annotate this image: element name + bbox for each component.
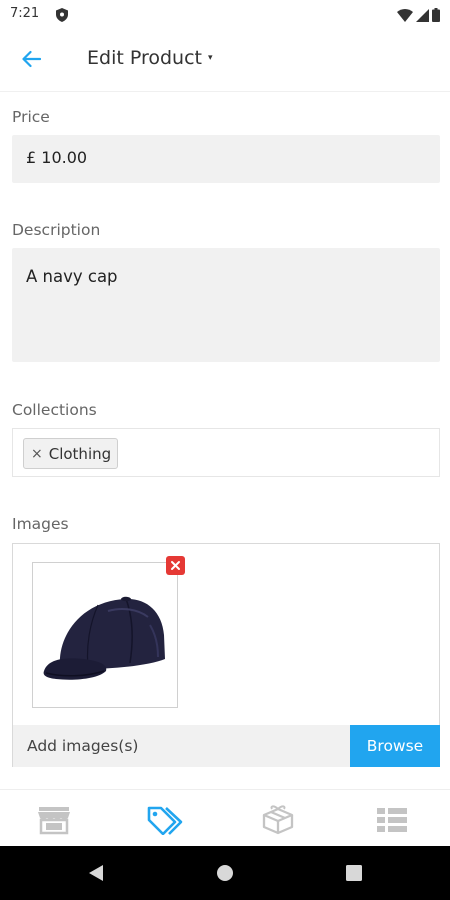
collection-chip[interactable]: × Clothing — [23, 438, 119, 469]
app-bar: Edit Product ▾ — [0, 30, 450, 92]
images-field: Browse — [12, 543, 440, 767]
add-images-input[interactable] — [13, 725, 350, 767]
collections-label: Collections — [12, 401, 97, 419]
cap-image — [43, 596, 165, 680]
price-label: Price — [12, 108, 50, 126]
remove-image-button[interactable] — [166, 556, 185, 575]
system-back-button[interactable] — [84, 861, 108, 885]
collections-field[interactable]: × Clothing — [12, 428, 440, 477]
images-label: Images — [12, 515, 69, 533]
status-icons — [397, 7, 440, 26]
status-bar: 7:21 — [0, 0, 450, 30]
system-home-button[interactable] — [213, 861, 237, 885]
caret-down-icon: ▾ — [207, 53, 213, 63]
nav-list[interactable] — [372, 803, 412, 837]
chip-label: Clothing — [48, 444, 112, 463]
system-navigation-bar — [0, 846, 450, 900]
recents-square-icon — [346, 865, 362, 881]
browse-button[interactable]: Browse — [350, 725, 440, 767]
bottom-navigation — [0, 789, 450, 846]
battery-icon — [432, 7, 440, 26]
nav-gift[interactable] — [258, 803, 298, 837]
shield-icon — [56, 7, 68, 26]
close-icon — [170, 556, 181, 575]
nav-tags[interactable] — [145, 803, 185, 837]
page-title: Edit Product — [87, 47, 202, 69]
description-value: A navy cap — [26, 267, 118, 286]
description-field[interactable]: A navy cap — [12, 248, 440, 362]
home-circle-icon — [217, 865, 233, 881]
system-recents-button[interactable] — [342, 861, 366, 885]
chip-remove-icon[interactable]: × — [31, 446, 43, 462]
list-icon — [377, 808, 407, 832]
price-value: £ 10.00 — [26, 148, 88, 167]
arrow-left-icon — [21, 50, 42, 72]
store-icon — [38, 807, 70, 835]
tags-icon — [147, 806, 183, 835]
wifi-icon — [397, 7, 413, 26]
signal-icon — [416, 7, 429, 26]
description-label: Description — [12, 221, 101, 239]
page-title-dropdown[interactable]: Edit Product ▾ — [87, 47, 213, 69]
price-field[interactable]: £ 10.00 — [12, 135, 440, 183]
back-button[interactable] — [16, 46, 46, 76]
nav-store[interactable] — [34, 803, 74, 837]
product-image-thumbnail[interactable] — [32, 562, 178, 708]
status-time: 7:21 — [10, 6, 40, 21]
gift-icon — [262, 805, 294, 835]
back-triangle-icon — [89, 865, 103, 881]
